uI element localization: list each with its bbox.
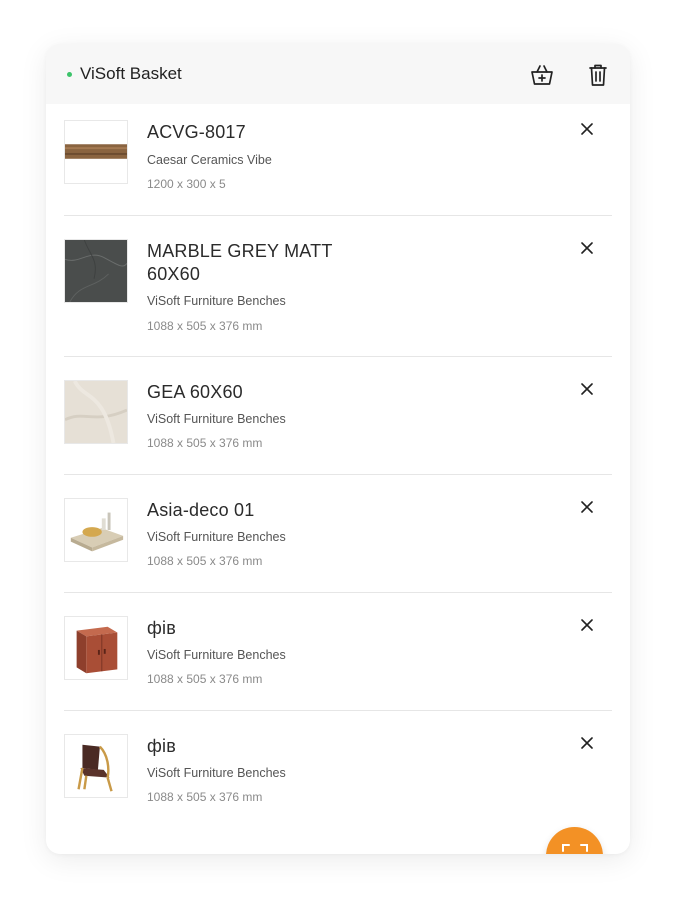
product-subtitle: ViSoft Furniture Benches <box>147 294 286 308</box>
product-name: GEA 60X60 <box>147 382 243 402</box>
product-thumbnail <box>64 616 128 680</box>
cabinet-thumbnail <box>65 617 127 679</box>
basket-title: ViSoft Basket <box>80 64 182 83</box>
basket-header: ViSoft Basket <box>46 44 630 104</box>
product-name: ACVG-8017 <box>147 122 246 142</box>
wood-plank-thumbnail <box>65 121 127 183</box>
product-thumbnail <box>64 734 128 798</box>
product-thumbnail <box>64 239 128 303</box>
product-thumbnail <box>64 380 128 444</box>
product-dimensions: 1088 x 505 x 376 mm <box>147 554 263 568</box>
list-item[interactable]: Asia-deco 01 ViSoft Furniture Benches 10… <box>64 475 612 593</box>
product-thumbnail <box>64 120 128 184</box>
list-item[interactable]: ACVG-8017 Caesar Ceramics Vibe 1200 x 30… <box>64 104 612 216</box>
product-dimensions: 1088 x 505 x 376 mm <box>147 790 263 804</box>
close-icon <box>581 123 593 135</box>
close-icon <box>581 619 593 631</box>
product-subtitle: ViSoft Furniture Benches <box>147 766 286 780</box>
basket-add-icon <box>531 65 553 85</box>
close-icon <box>581 383 593 395</box>
remove-item-button[interactable] <box>578 380 596 398</box>
remove-item-button[interactable] <box>578 498 596 516</box>
product-name: MARBLE GREY MATT 60X60 <box>147 241 333 284</box>
list-item[interactable]: фів ViSoft Furniture Benches 1088 x 505 … <box>64 711 612 854</box>
product-name: Asia-deco 01 <box>147 500 255 520</box>
list-item[interactable]: MARBLE GREY MATT 60X60 ViSoft Furniture … <box>64 216 612 357</box>
add-to-basket-button[interactable] <box>529 62 555 88</box>
product-dimensions: 1088 x 505 x 376 mm <box>147 436 263 450</box>
basket-list: ACVG-8017 Caesar Ceramics Vibe 1200 x 30… <box>46 104 630 854</box>
remove-item-button[interactable] <box>578 616 596 634</box>
list-item[interactable]: фів ViSoft Furniture Benches 1088 x 505 … <box>64 593 612 711</box>
clear-basket-button[interactable] <box>585 62 611 88</box>
product-dimensions: 1200 x 300 x 5 <box>147 177 226 191</box>
dark-marble-thumbnail <box>65 240 127 302</box>
product-subtitle: ViSoft Furniture Benches <box>147 530 286 544</box>
product-name: фів <box>147 618 176 638</box>
remove-item-button[interactable] <box>578 120 596 138</box>
status-dot <box>67 72 72 77</box>
list-item[interactable]: GEA 60X60 ViSoft Furniture Benches 1088 … <box>64 357 612 475</box>
close-icon <box>581 501 593 513</box>
product-subtitle: ViSoft Furniture Benches <box>147 412 286 426</box>
product-dimensions: 1088 x 505 x 376 mm <box>147 672 263 686</box>
chair-thumbnail <box>65 735 127 797</box>
product-subtitle: ViSoft Furniture Benches <box>147 648 286 662</box>
product-name: фів <box>147 736 176 756</box>
remove-item-button[interactable] <box>578 734 596 752</box>
product-subtitle: Caesar Ceramics Vibe <box>147 153 272 167</box>
trash-icon <box>589 64 607 86</box>
close-icon <box>581 242 593 254</box>
product-dimensions: 1088 x 505 x 376 mm <box>147 319 263 333</box>
remove-item-button[interactable] <box>578 239 596 257</box>
close-icon <box>581 737 593 749</box>
bath-tray-thumbnail <box>65 499 127 561</box>
beige-marble-thumbnail <box>65 381 127 443</box>
product-thumbnail <box>64 498 128 562</box>
scan-icon <box>561 843 588 852</box>
basket-panel: ViSoft Basket ACVG-8017 Caesar Ceramics … <box>46 44 630 854</box>
